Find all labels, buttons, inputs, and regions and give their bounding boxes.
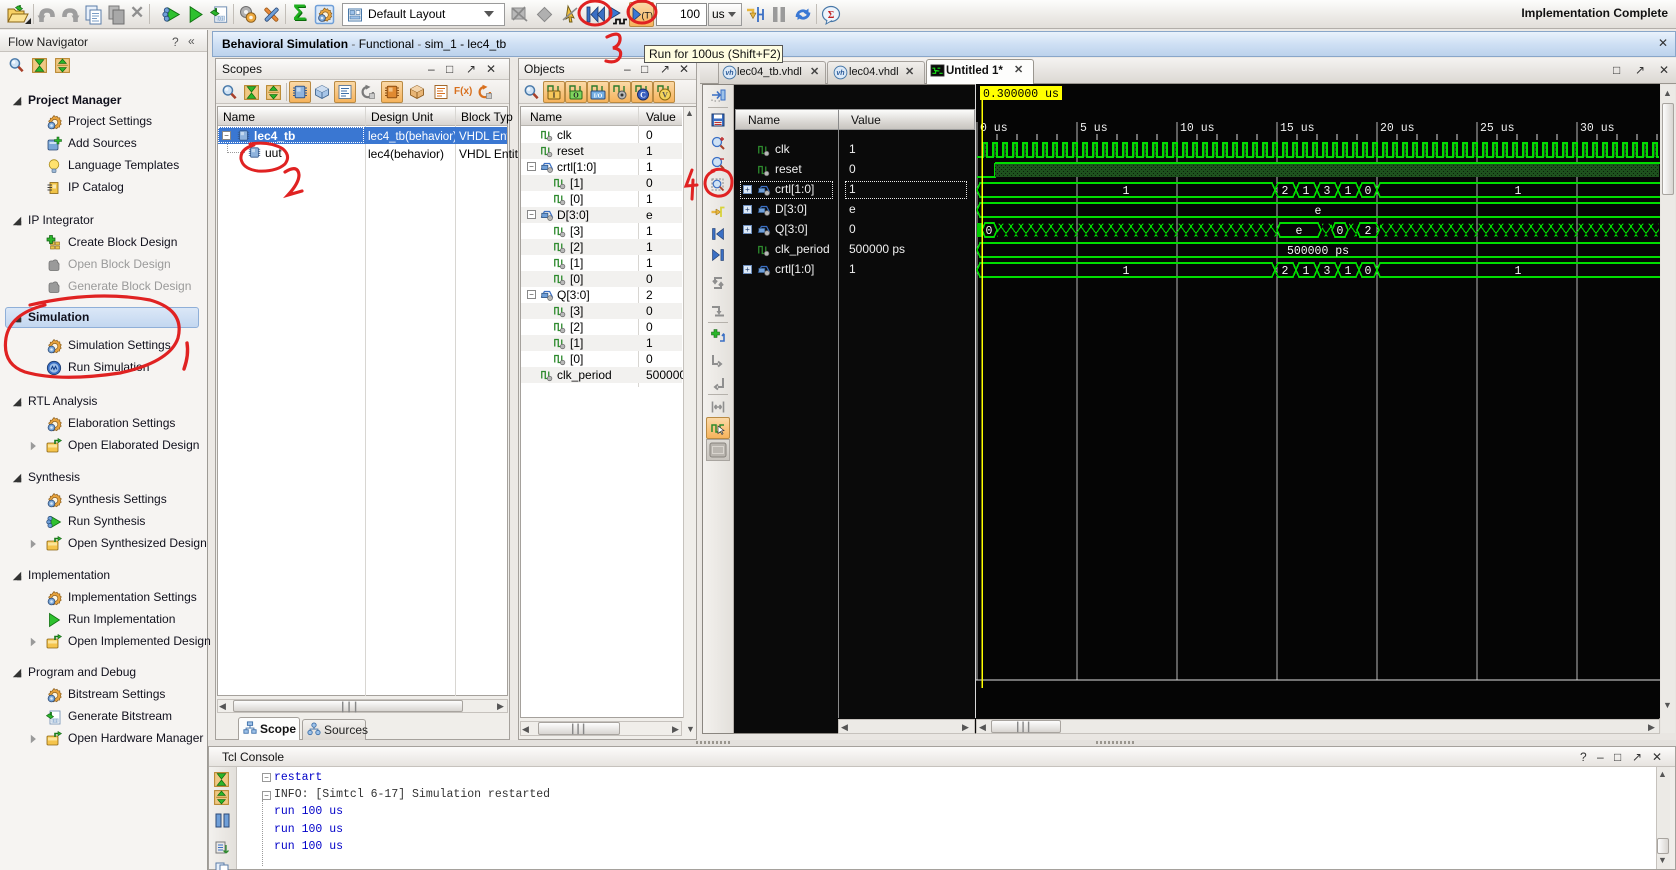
svg-text:25 us: 25 us <box>1480 122 1515 135</box>
svg-text:2: 2 <box>1365 225 1372 238</box>
svg-text:1: 1 <box>1303 265 1310 278</box>
svg-text:30 us: 30 us <box>1580 122 1615 135</box>
svg-text:0.300000 us: 0.300000 us <box>983 88 1059 101</box>
svg-text:(T): (T) <box>642 11 654 21</box>
svg-text:20 us: 20 us <box>1380 122 1415 135</box>
svg-text:15 us: 15 us <box>1280 122 1315 135</box>
svg-text:V: V <box>662 91 668 100</box>
svg-text:1: 1 <box>1345 185 1352 198</box>
svg-text:2: 2 <box>1282 185 1289 198</box>
svg-text:1: 1 <box>1123 185 1130 198</box>
svg-text:Σ: Σ <box>828 10 835 21</box>
svg-text:0: 0 <box>1337 225 1344 238</box>
svg-text:e: e <box>1296 225 1303 238</box>
svg-text:0: 0 <box>1365 265 1372 278</box>
svg-text:0 us: 0 us <box>980 122 1008 135</box>
svg-text:0: 0 <box>1365 185 1372 198</box>
svg-text:10 us: 10 us <box>1180 122 1215 135</box>
svg-text:1: 1 <box>1515 185 1522 198</box>
svg-text:1: 1 <box>1123 265 1130 278</box>
svg-text:1: 1 <box>1345 265 1352 278</box>
svg-text:0: 0 <box>986 225 993 238</box>
svg-text:2: 2 <box>1282 265 1289 278</box>
svg-text:3: 3 <box>1324 185 1331 198</box>
svg-text:I/O: I/O <box>594 94 603 100</box>
svg-text:5 us: 5 us <box>1080 122 1108 135</box>
svg-text:500000 ps: 500000 ps <box>1287 245 1349 258</box>
svg-text:1: 1 <box>1515 265 1522 278</box>
svg-text:I: I <box>553 92 556 100</box>
svg-text:3: 3 <box>1324 265 1331 278</box>
svg-text:C: C <box>640 91 646 100</box>
svg-text:1: 1 <box>1303 185 1310 198</box>
svg-text:e: e <box>1315 205 1322 218</box>
svg-text:O: O <box>573 92 579 100</box>
